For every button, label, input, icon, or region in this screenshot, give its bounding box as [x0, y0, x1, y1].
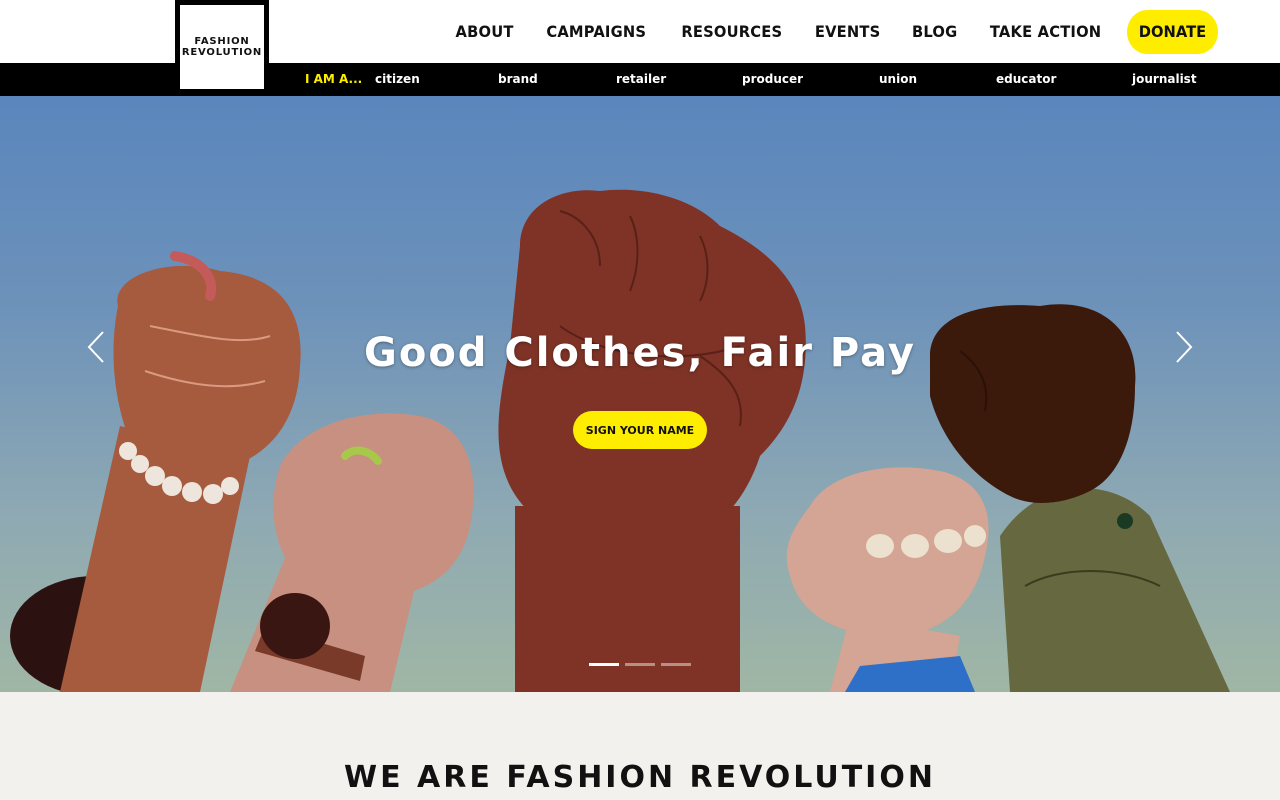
main-nav: ABOUT CAMPAIGNS RESOURCES EVENTS BLOG TA… — [440, 0, 1222, 63]
nav-about[interactable]: ABOUT — [456, 22, 514, 41]
nav-campaigns[interactable]: CAMPAIGNS — [546, 22, 646, 41]
chevron-left-icon — [87, 331, 104, 363]
donate-button[interactable]: DONATE — [1127, 9, 1219, 54]
hero-illustration-raised-fists — [10, 189, 1230, 692]
hero-carousel: Good Clothes, Fair Pay SIGN YOUR NAME — [0, 96, 1280, 692]
logo-text-line2: REVOLUTION — [181, 47, 263, 58]
logo-mark: FASHION REVOLUTION — [180, 5, 264, 89]
audience-educator[interactable]: educator — [996, 63, 1056, 96]
chevron-right-icon — [1176, 331, 1193, 363]
section-title: WE ARE FASHION REVOLUTION — [344, 760, 936, 795]
carousel-indicators — [589, 663, 691, 666]
intro-section: WE ARE FASHION REVOLUTION — [0, 692, 1280, 800]
carousel-dot-2[interactable] — [625, 663, 655, 666]
logo[interactable]: FASHION REVOLUTION — [175, 0, 269, 94]
carousel-dot-3[interactable] — [661, 663, 691, 666]
audience-producer[interactable]: producer — [742, 63, 803, 96]
audience-union[interactable]: union — [879, 63, 917, 96]
audience-brand[interactable]: brand — [498, 63, 538, 96]
logo-text-line1: FASHION — [194, 36, 250, 47]
carousel-next-button[interactable] — [1172, 330, 1196, 364]
nav-take-action[interactable]: TAKE ACTION — [990, 22, 1101, 41]
audience-retailer[interactable]: retailer — [616, 63, 666, 96]
hero-title: Good Clothes, Fair Pay — [364, 330, 916, 376]
audience-label: I AM A... — [305, 72, 363, 86]
nav-resources[interactable]: RESOURCES — [681, 22, 782, 41]
carousel-prev-button[interactable] — [84, 330, 108, 364]
nav-events[interactable]: EVENTS — [815, 22, 881, 41]
nav-blog[interactable]: BLOG — [912, 22, 957, 41]
audience-citizen[interactable]: citizen — [375, 63, 420, 96]
carousel-dot-1[interactable] — [589, 663, 619, 666]
sign-your-name-button[interactable]: SIGN YOUR NAME — [573, 411, 707, 449]
audience-journalist[interactable]: journalist — [1132, 63, 1197, 96]
